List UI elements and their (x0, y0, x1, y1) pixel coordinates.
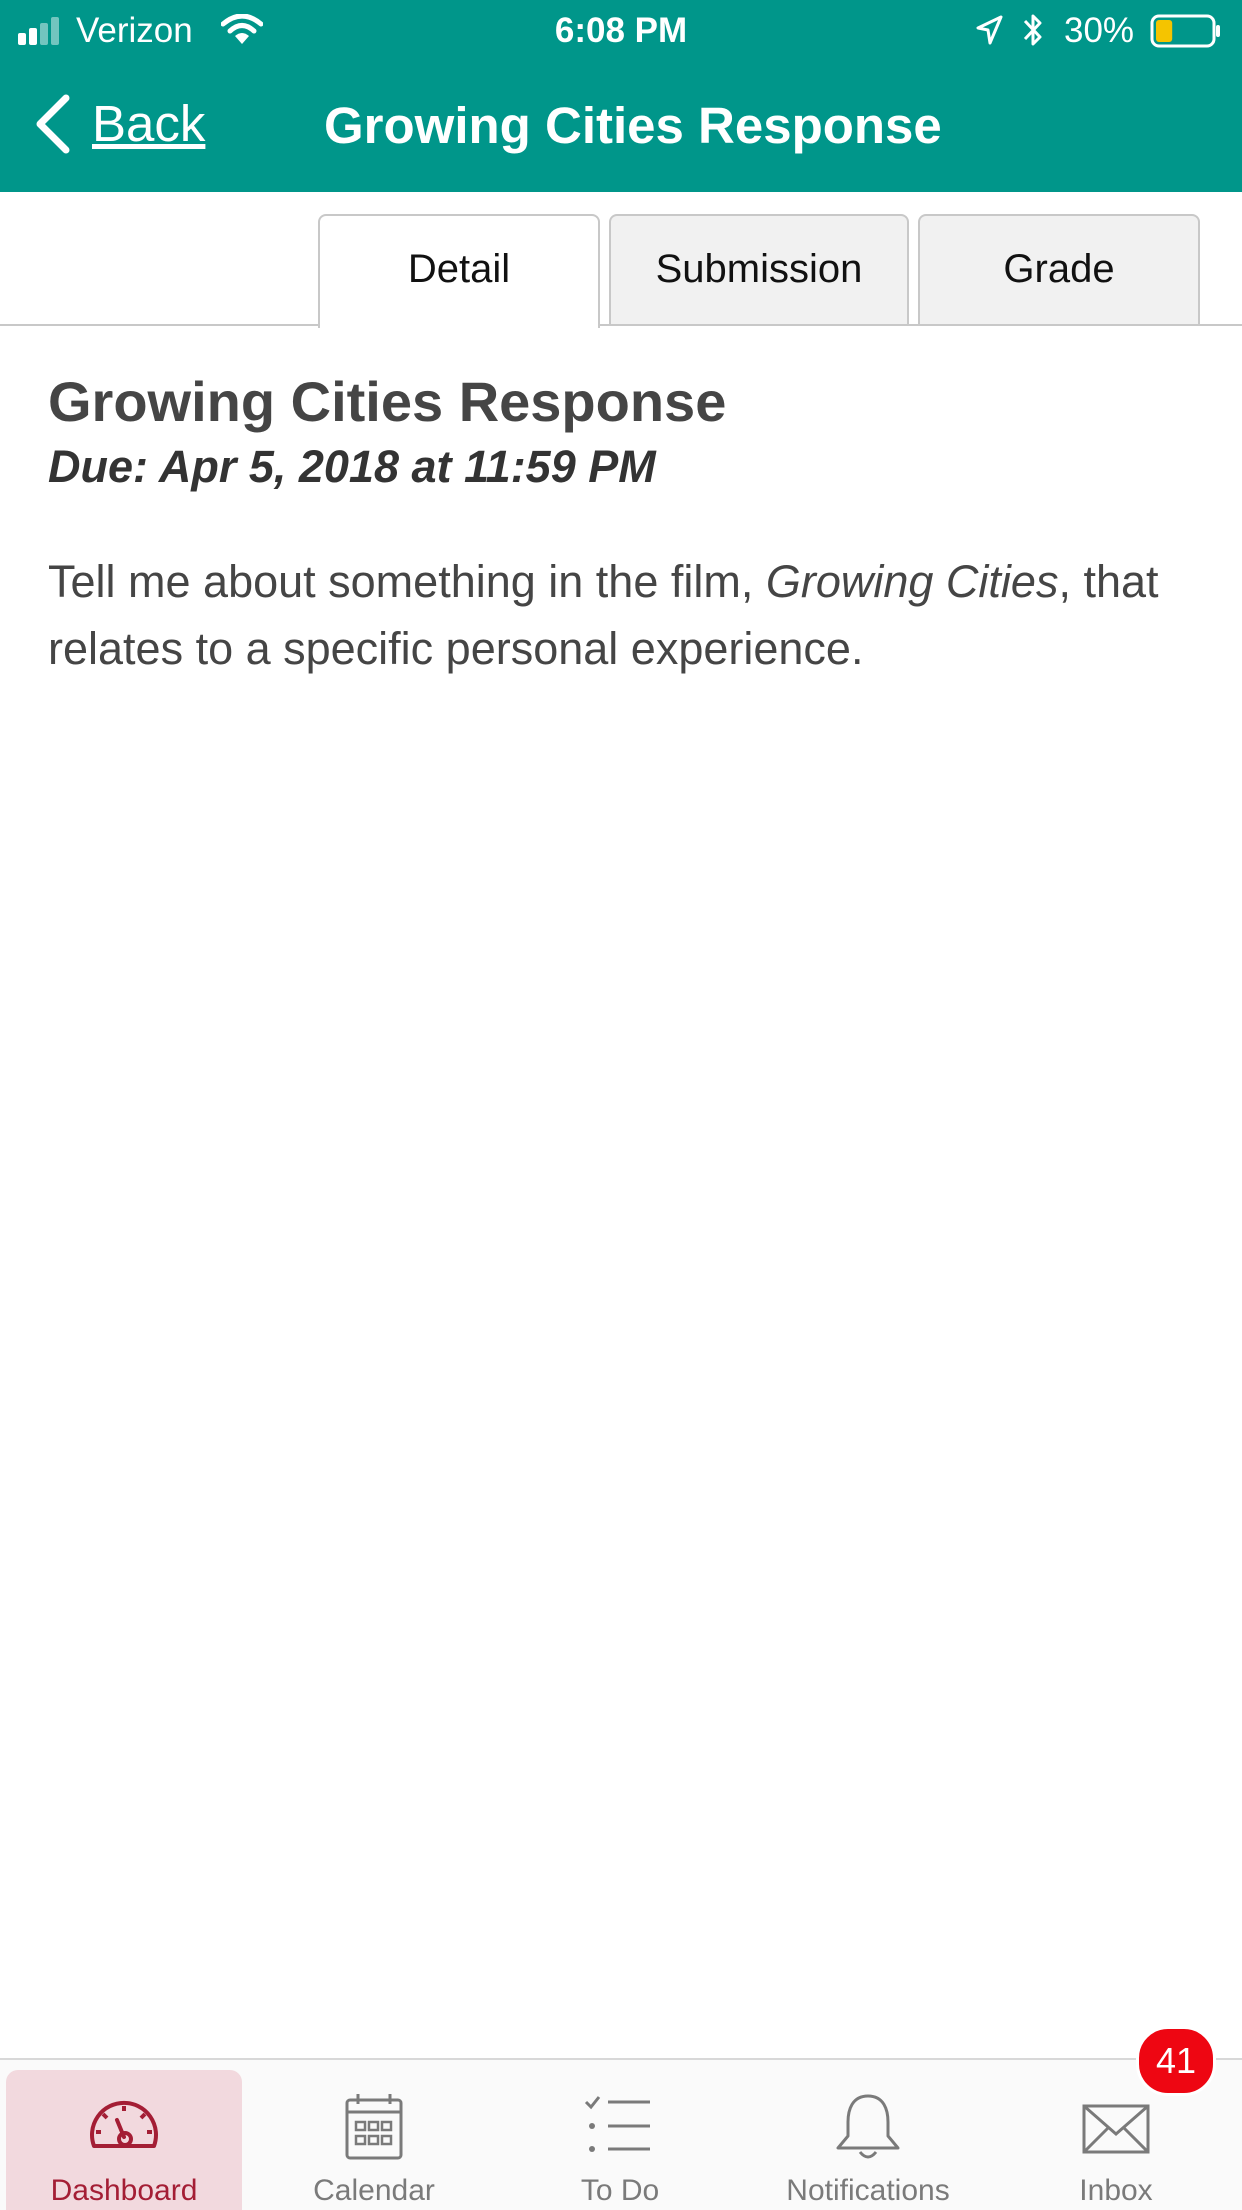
assignment-tabs: Detail Submission Grade (0, 192, 1242, 328)
assignment-title: Growing Cities Response (48, 370, 727, 433)
tab-detail[interactable]: Detail (318, 214, 600, 328)
status-time: 6:08 PM (554, 11, 688, 50)
todo-list-icon (584, 2096, 650, 2152)
status-bar: Verizon 6:08 PM 30% (0, 0, 1242, 62)
film-title: Growing Cities (765, 556, 1059, 607)
back-button[interactable]: Back (32, 92, 205, 156)
location-arrow-icon (976, 15, 1003, 45)
bell-icon (836, 2094, 900, 2159)
tabbar-dashboard[interactable]: Dashboard (6, 2070, 242, 2210)
chevron-left-icon (36, 94, 70, 154)
tabbar-label: Dashboard (50, 2174, 198, 2207)
inbox-badge: 41 (1136, 2026, 1216, 2096)
tabbar-todo[interactable]: To Do (502, 2070, 738, 2210)
back-label: Back (92, 95, 206, 152)
app-header: Verizon 6:08 PM 30% Back Growing Cities … (0, 0, 1242, 192)
tab-submission[interactable]: Submission (609, 214, 909, 324)
nav-title: Growing Cities Response (324, 97, 942, 154)
tabbar-label: Calendar (313, 2174, 435, 2207)
tab-grade[interactable]: Grade (918, 214, 1200, 324)
bluetooth-icon (1023, 14, 1042, 46)
battery-percent: 30% (1064, 11, 1135, 50)
assignment-detail: Growing Cities Response Due: Apr 5, 2018… (48, 370, 1198, 682)
bottom-tab-bar: Dashboard Calendar To Do Notifications I… (0, 2058, 1242, 2210)
tabbar-label: Notifications (786, 2174, 950, 2207)
tabbar-label: Inbox (1079, 2174, 1153, 2207)
description-text: Tell me about something in the film, (48, 556, 766, 607)
tabbar-calendar[interactable]: Calendar (256, 2070, 492, 2210)
tabbar-label: To Do (580, 2174, 660, 2207)
envelope-icon (1082, 2104, 1150, 2154)
tabbar-notifications[interactable]: Notifications (750, 2070, 986, 2210)
tab-divider (0, 324, 1242, 326)
assignment-description: Tell me about something in the film, Gro… (48, 548, 1198, 682)
battery-icon (1150, 14, 1220, 48)
dashboard-gauge-icon (90, 2100, 158, 2148)
nav-bar: Back Growing Cities Response (0, 62, 1242, 192)
calendar-icon (345, 2094, 403, 2160)
due-date: Due: Apr 5, 2018 at 11:59 PM (48, 441, 656, 492)
